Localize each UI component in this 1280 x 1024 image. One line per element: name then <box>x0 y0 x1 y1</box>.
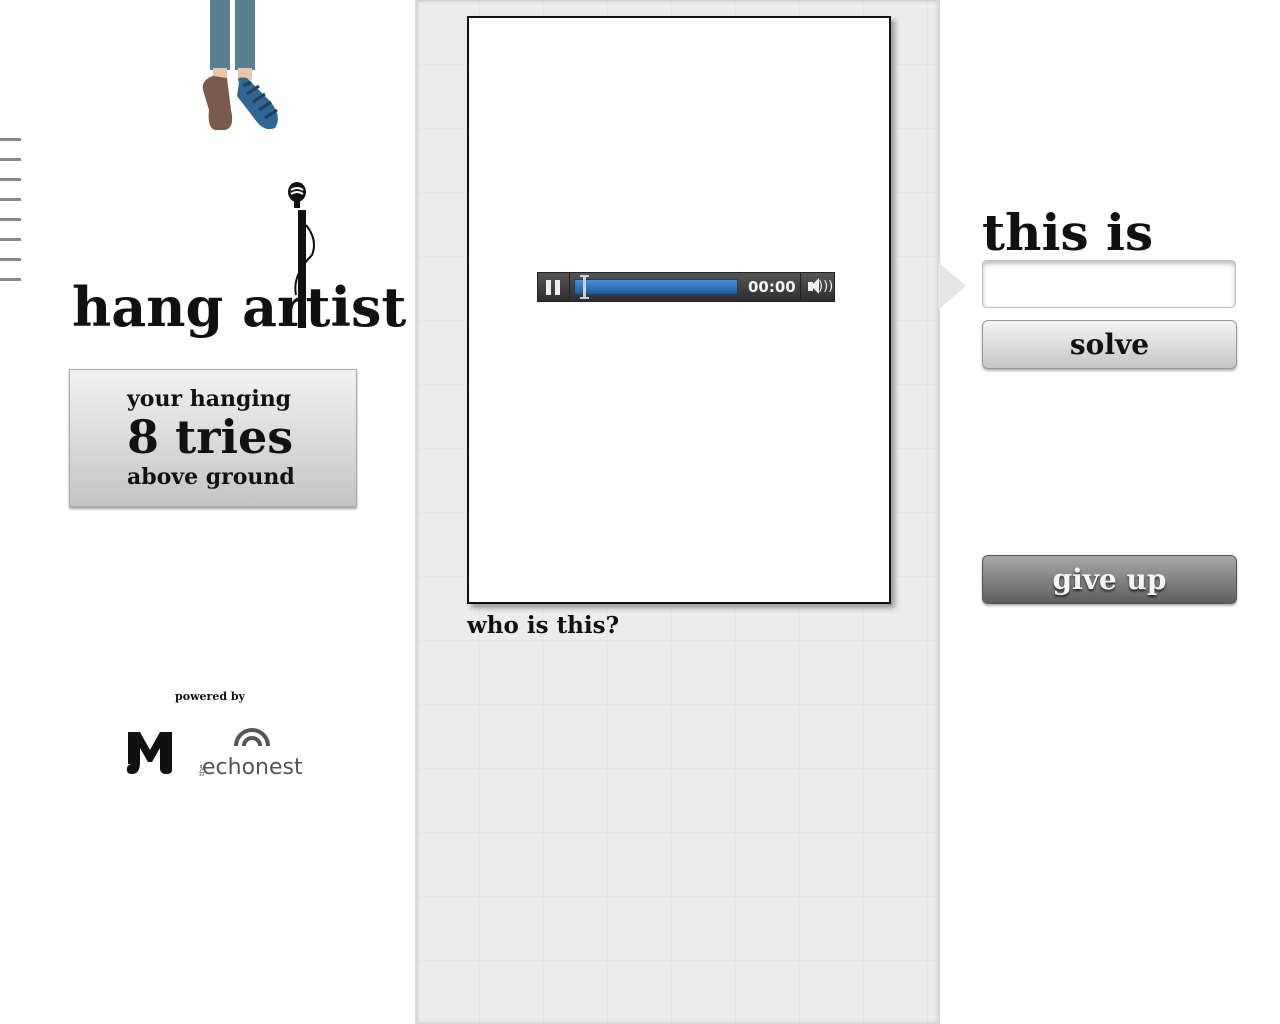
audio-player-card: 00:00 ))) <box>467 16 891 604</box>
volume-icon <box>808 278 819 294</box>
progress-track[interactable] <box>574 275 738 299</box>
solve-button[interactable]: solve <box>982 320 1237 369</box>
ruler-ticks <box>0 138 21 298</box>
sound-wave-icon: ))) <box>818 279 834 294</box>
answer-label: this is <box>982 203 1154 262</box>
tries-count: 8 tries <box>127 410 294 464</box>
tries-line-top: your hanging <box>127 386 292 412</box>
panel-pointer <box>938 262 966 310</box>
app-logo: hang artist <box>72 180 406 345</box>
audio-player-controls: 00:00 ))) <box>537 272 835 302</box>
m-logo[interactable] <box>126 726 174 776</box>
give-up-button[interactable]: give up <box>982 555 1237 604</box>
tries-line-bottom: above ground <box>127 464 295 490</box>
tries-status-box: your hanging 8 tries above ground <box>69 369 357 507</box>
volume-button[interactable]: ))) <box>800 273 834 301</box>
app-logo-text: hang artist <box>72 275 407 339</box>
powered-by-label: powered by <box>175 690 245 703</box>
echonest-logo[interactable]: the echonest <box>192 724 304 778</box>
time-display: 00:00 <box>748 278 796 296</box>
svg-text:echonest: echonest <box>202 755 303 778</box>
question-text: who is this? <box>467 612 620 639</box>
hanging-figure-legs <box>202 0 278 130</box>
pause-button[interactable] <box>538 273 570 301</box>
answer-input[interactable] <box>982 260 1236 308</box>
scrub-handle[interactable] <box>580 275 589 299</box>
